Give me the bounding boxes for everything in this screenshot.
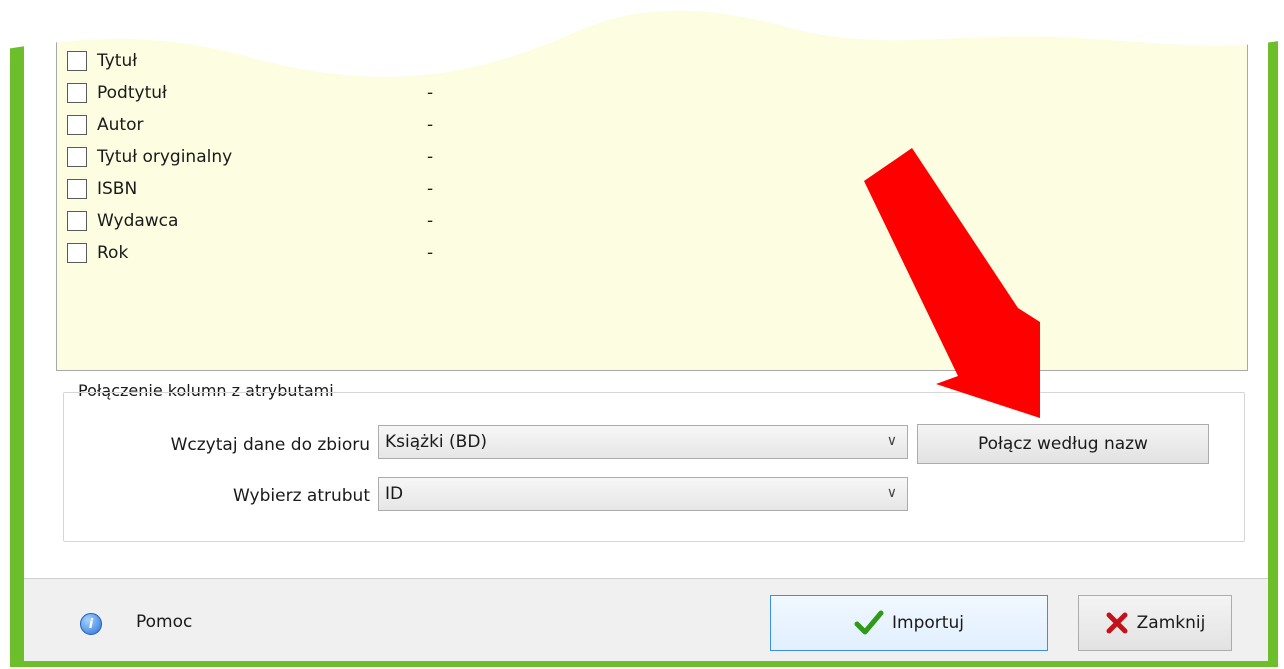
checkbox[interactable] [67,179,87,199]
checkbox[interactable] [67,83,87,103]
dialog-footer: i Pomoc Importuj Zamknij [24,578,1268,661]
torn-edge [0,0,1284,77]
list-item[interactable]: Autor - [67,112,467,138]
list-item[interactable]: ISBN - [67,176,467,202]
checkbox[interactable] [67,115,87,135]
import-button[interactable]: Importuj [770,595,1048,651]
column-value: - [427,115,434,135]
column-value: - [427,179,434,199]
set-label: Wczytaj dane do zbioru [170,435,370,455]
checkmark-icon [854,610,884,635]
import-button-label: Importuj [892,613,964,633]
match-by-names-label: Połącz według nazw [978,434,1148,454]
column-label: Rok [97,243,129,263]
list-item[interactable]: Wydawca - [67,208,467,234]
help-link[interactable]: Pomoc [136,612,192,632]
list-item[interactable]: Rok - [67,240,467,266]
close-button[interactable]: Zamknij [1078,595,1232,651]
column-label: Podtytuł [97,83,167,103]
set-dropdown[interactable]: Książki (BD) ∨ [378,425,908,459]
checkbox[interactable] [67,147,87,167]
dialog-client-area: Lp Tytuł - Podtytuł - Autor - Tytuł oryg… [24,0,1268,661]
checkbox[interactable] [67,243,87,263]
attribute-label: Wybierz atrubut [233,486,370,506]
column-label: ISBN [97,179,138,199]
column-label: Autor [97,115,144,135]
column-value: - [427,83,434,103]
close-button-label: Zamknij [1136,613,1206,633]
x-icon [1106,612,1128,634]
info-icon[interactable]: i [80,613,102,635]
mapping-group [63,392,1245,542]
column-label: Wydawca [97,211,179,231]
list-item[interactable]: Podtytuł - [67,80,467,106]
checkbox[interactable] [67,211,87,231]
dialog-window: Lp Tytuł - Podtytuł - Autor - Tytuł oryg… [10,0,1278,667]
column-value: - [427,243,434,263]
attribute-dropdown-value: ID [385,484,404,504]
match-by-names-button[interactable]: Połącz według nazw [917,424,1209,464]
column-value: - [427,147,434,167]
chevron-down-icon: ∨ [886,433,897,449]
list-item[interactable]: Tytuł oryginalny - [67,144,467,170]
set-dropdown-value: Książki (BD) [385,432,488,452]
chevron-down-icon: ∨ [886,485,897,501]
column-label: Tytuł oryginalny [97,147,233,167]
attribute-dropdown[interactable]: ID ∨ [378,477,908,511]
column-value: - [427,211,434,231]
